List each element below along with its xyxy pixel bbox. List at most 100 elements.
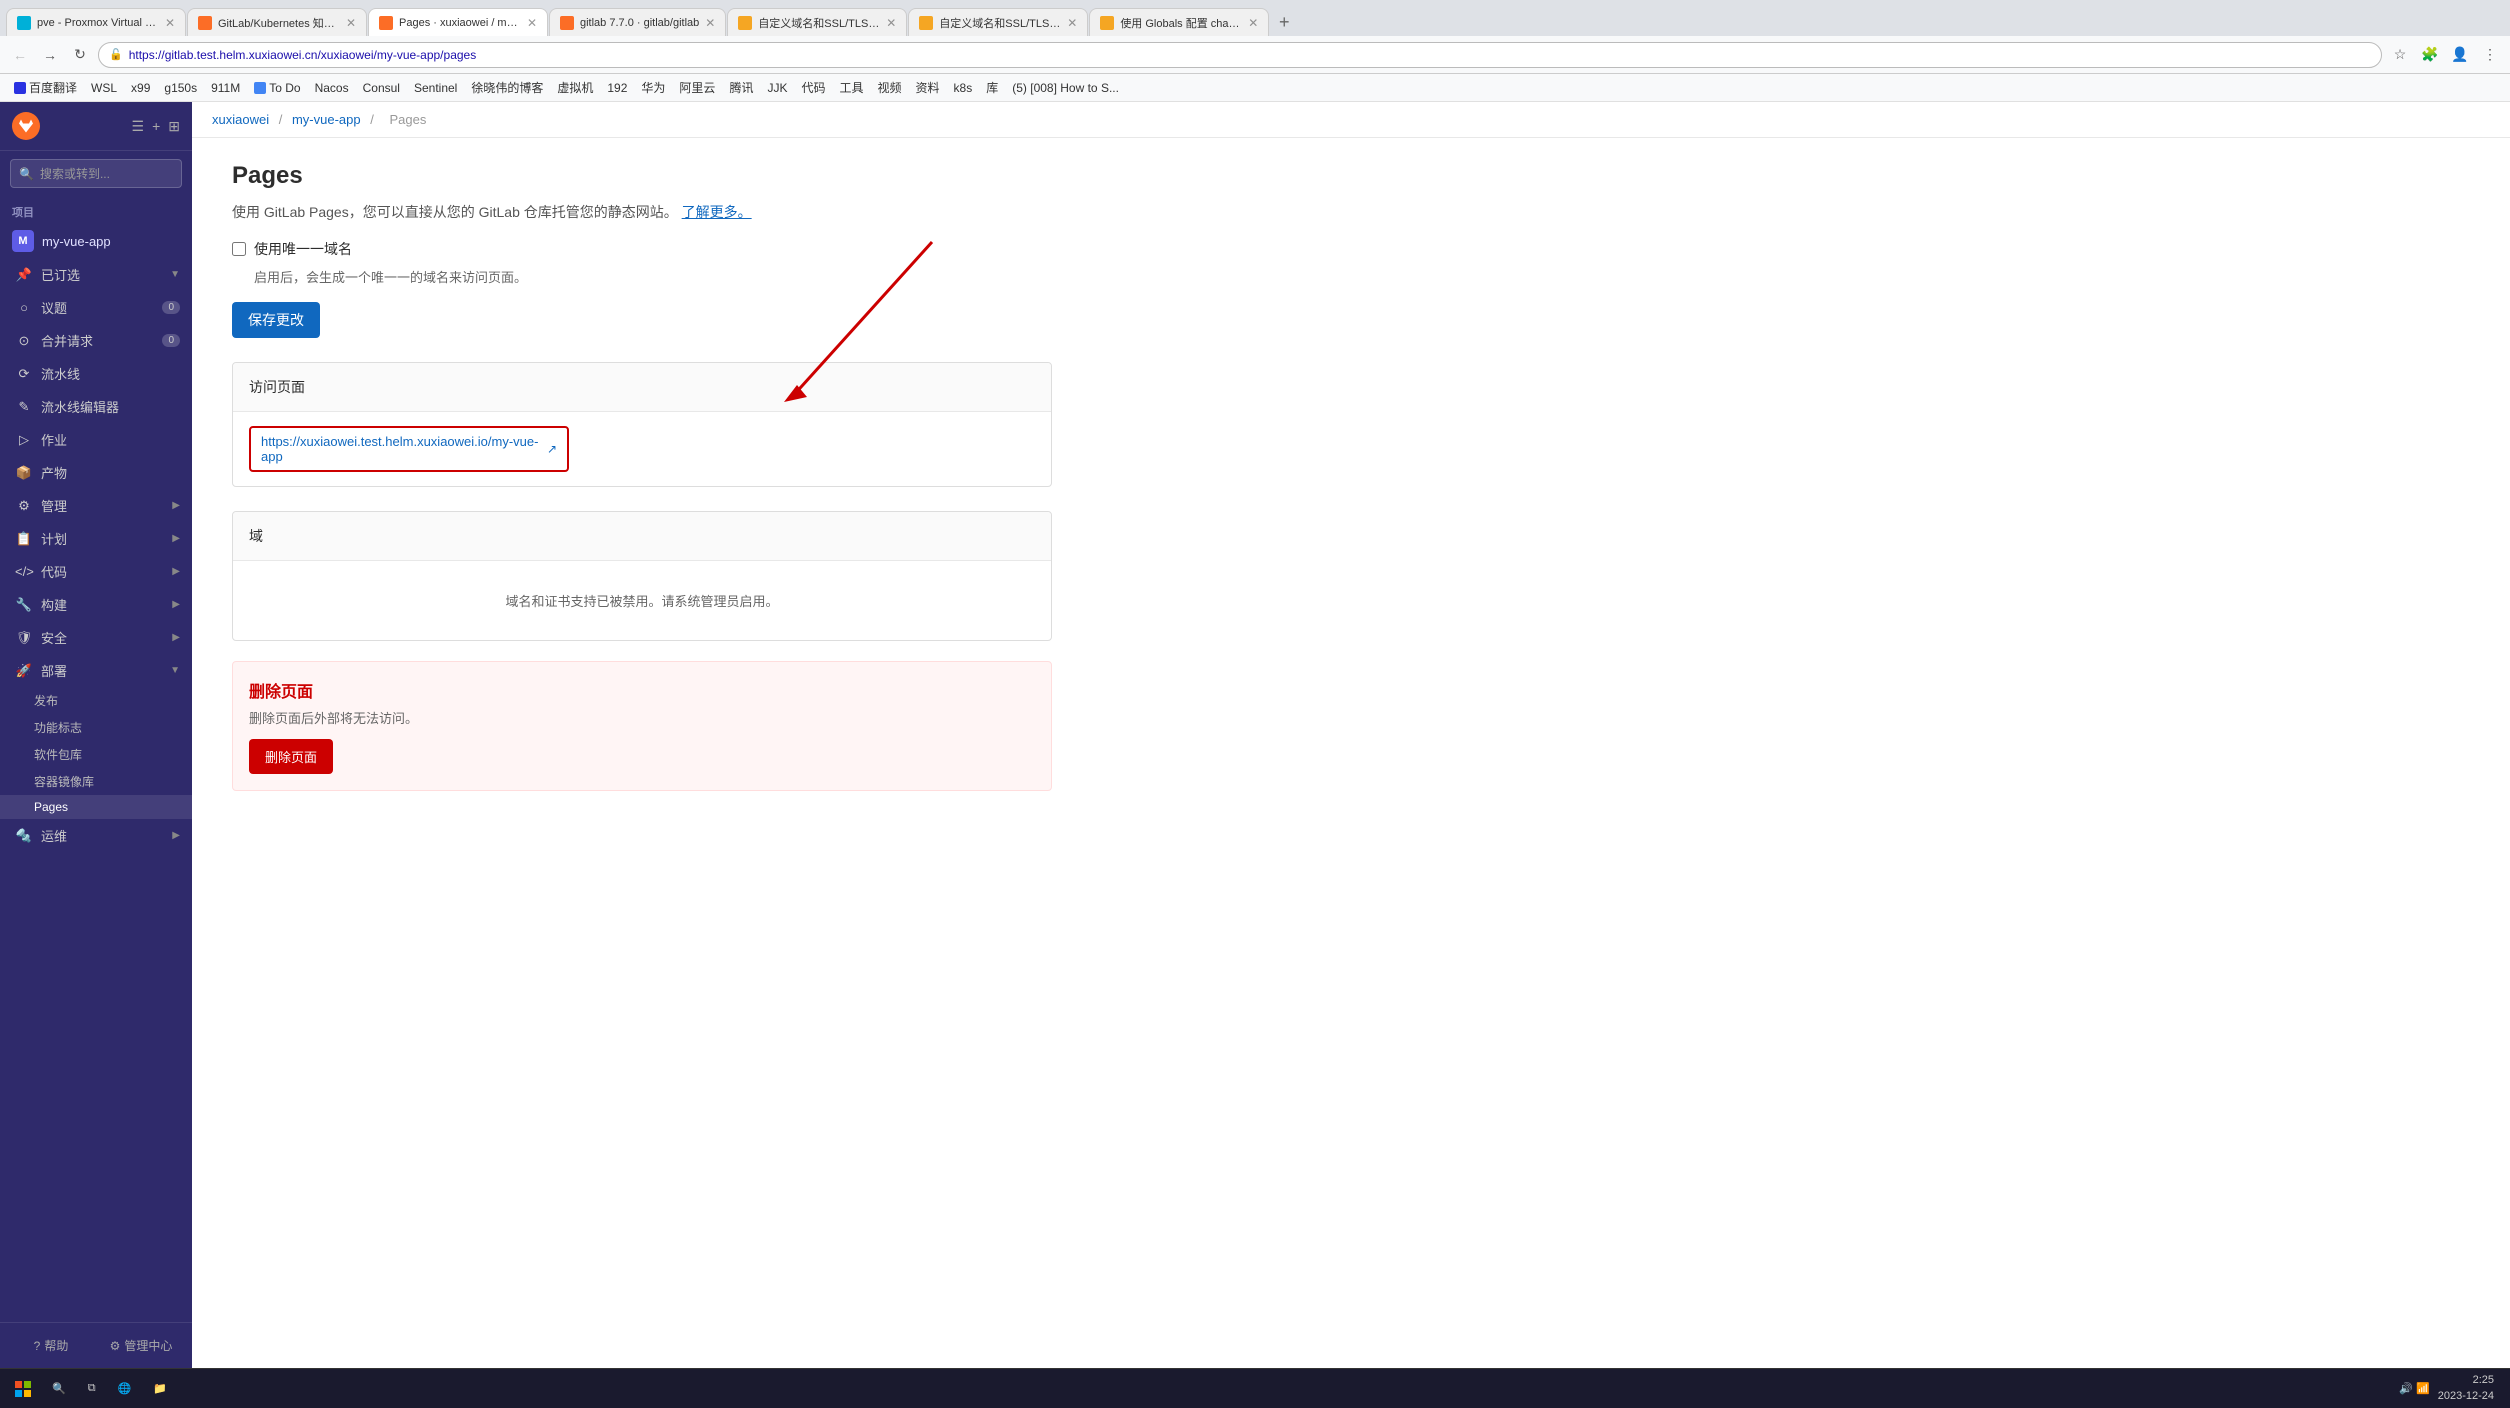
breadcrumb-project[interactable]: my-vue-app <box>292 112 361 127</box>
tab-7-close[interactable]: ✕ <box>1248 16 1258 30</box>
jobs-icon: ▷ <box>15 432 33 448</box>
tab-4[interactable]: gitlab 7.7.0 · gitlab/gitlab ✕ <box>549 8 726 36</box>
bookmark-lib[interactable]: 库 <box>980 77 1004 98</box>
forward-button[interactable]: → <box>38 43 62 67</box>
sidebar-item-security[interactable]: 🛡 安全 ▶ <box>0 621 192 654</box>
bookmark-911m[interactable]: 911M <box>205 79 246 97</box>
tab-3[interactable]: Pages · xuxiaowei / my-vue-... ✕ <box>368 8 548 36</box>
menu-button[interactable]: ⋮ <box>2478 43 2502 67</box>
tab-1-close[interactable]: ✕ <box>165 16 175 30</box>
unique-domain-hint: 启用后，会生成一个唯一一的域名来访问页面。 <box>254 267 1052 286</box>
tab-1[interactable]: pve - Proxmox Virtual Enviro... ✕ <box>6 8 186 36</box>
sidebar-item-build[interactable]: 🔧 构建 ▶ <box>0 588 192 621</box>
sidebar-item-artifacts[interactable]: 📦 产物 <box>0 456 192 489</box>
gitlab-logo[interactable] <box>12 112 40 140</box>
address-bar[interactable]: 🔓 https://gitlab.test.helm.xuxiaowei.cn/… <box>98 42 2382 68</box>
delete-pages-button[interactable]: 删除页面 <box>249 739 333 774</box>
unique-domain-label[interactable]: 使用唯一一域名 <box>254 239 352 259</box>
tab-2-close[interactable]: ✕ <box>346 16 356 30</box>
bookmark-g150s[interactable]: g150s <box>158 79 203 97</box>
bookmark-huawei[interactable]: 华为 <box>635 77 671 98</box>
bookmark-todo[interactable]: To Do <box>248 79 306 97</box>
bookmark-video[interactable]: 视频 <box>872 77 908 98</box>
sidebar-new-icon[interactable]: + <box>152 118 160 135</box>
bookmark-jjk[interactable]: JJK <box>761 79 793 97</box>
tab-3-close[interactable]: ✕ <box>527 16 537 30</box>
sidebar-item-issues[interactable]: ○ 议题 0 <box>0 291 192 324</box>
sidebar-item-jobs[interactable]: ▷ 作业 <box>0 423 192 456</box>
extensions-button[interactable]: 🧩 <box>2418 43 2442 67</box>
artifacts-icon: 📦 <box>15 465 33 481</box>
domain-section: 域 域名和证书支持已被禁用。请系统管理员启用。 <box>232 511 1052 641</box>
sidebar-item-pipelines[interactable]: ⟳ 流水线 <box>0 357 192 390</box>
page-description: 使用 GitLab Pages，您可以直接从您的 GitLab 仓库托管您的静态… <box>232 202 1052 223</box>
admin-center-button[interactable]: ⚙ 管理中心 <box>98 1331 184 1360</box>
breadcrumb-org[interactable]: xuxiaowei <box>212 112 269 127</box>
sidebar-item-pipeline-editor[interactable]: ✎ 流水线编辑器 <box>0 390 192 423</box>
sidebar-item-code[interactable]: </> 代码 ▶ <box>0 555 192 588</box>
sidebar-sub-item-feature-flags[interactable]: 功能标志 <box>0 714 192 741</box>
save-button[interactable]: 保存更改 <box>232 302 320 338</box>
visit-url-link[interactable]: https://xuxiaowei.test.helm.xuxiaowei.io… <box>261 434 539 464</box>
start-button[interactable] <box>8 1375 38 1403</box>
new-tab-button[interactable]: + <box>1270 8 1298 36</box>
learn-more-link[interactable]: 了解更多。 <box>682 204 752 220</box>
bookmark-code[interactable]: 代码 <box>795 77 831 98</box>
bookmark-vm[interactable]: 虚拟机 <box>551 77 599 98</box>
tab-6[interactable]: 自定义域名和SSL/TLS证书 |... ✕ <box>908 8 1088 36</box>
refresh-button[interactable]: ↻ <box>68 43 92 67</box>
bookmark-百度翻译[interactable]: 百度翻译 <box>8 77 83 98</box>
sidebar-grid-icon[interactable]: ⊞ <box>168 118 180 135</box>
sidebar-item-deploy[interactable]: 🚀 部署 ▼ <box>0 654 192 687</box>
bookmark-192[interactable]: 192 <box>601 79 633 97</box>
tab-6-close[interactable]: ✕ <box>1067 16 1077 30</box>
tab-5[interactable]: 自定义域名和SSL/TLS证书 |... ✕ <box>727 8 907 36</box>
bookmark-data[interactable]: 资料 <box>910 77 946 98</box>
bookmark-tencent[interactable]: 腾讯 <box>723 77 759 98</box>
sidebar-item-merge-requests[interactable]: ⊙ 合并请求 0 <box>0 324 192 357</box>
search-taskbar-button[interactable]: 🔍 <box>44 1375 74 1403</box>
bookmark-nacos[interactable]: Nacos <box>309 79 355 97</box>
edge-button[interactable]: 🌐 <box>110 1375 140 1403</box>
sidebar-item-plan[interactable]: 📋 计划 ▶ <box>0 522 192 555</box>
tab-bar: pve - Proxmox Virtual Enviro... ✕ GitLab… <box>0 0 2510 36</box>
bookmark-tools[interactable]: 工具 <box>833 77 869 98</box>
tab-4-close[interactable]: ✕ <box>705 16 715 30</box>
help-button[interactable]: ? 帮助 <box>8 1331 94 1360</box>
bookmark-consul[interactable]: Consul <box>357 79 406 97</box>
security-indicator: 🔓 <box>109 48 123 61</box>
bookmark-k8s[interactable]: k8s <box>948 79 979 97</box>
bookmark-008[interactable]: (5) [008] How to S... <box>1006 79 1125 97</box>
unique-domain-checkbox[interactable] <box>232 242 246 256</box>
back-button[interactable]: ← <box>8 43 32 67</box>
tab-7[interactable]: 使用 Globals 配置 chart | 极S... ✕ <box>1089 8 1269 36</box>
sidebar-item-ops[interactable]: 🔩 运维 ▶ <box>0 819 192 852</box>
annotation-area: 访问页面 https://xuxiaowei.test.helm.xuxiaow… <box>232 362 1052 487</box>
task-view-button[interactable]: ⧉ <box>80 1375 104 1403</box>
sidebar-search[interactable]: 🔍 搜索或转到... <box>10 159 182 188</box>
bookmark-aliyun[interactable]: 阿里云 <box>673 77 721 98</box>
bookmark-x99[interactable]: x99 <box>125 79 156 97</box>
chevron-right-icon: ▶ <box>172 500 180 511</box>
bookmark-sentinel[interactable]: Sentinel <box>408 79 463 97</box>
sidebar-sub-item-pages[interactable]: Pages <box>0 795 192 819</box>
tab-5-close[interactable]: ✕ <box>886 16 896 30</box>
url-field: https://xuxiaowei.test.helm.xuxiaowei.io… <box>249 426 569 472</box>
bookmark-todo-label: To Do <box>269 81 300 95</box>
sidebar-sub-item-container[interactable]: 容器镜像库 <box>0 768 192 795</box>
tab-6-favicon <box>919 16 933 30</box>
bookmark-wsl[interactable]: WSL <box>85 79 123 97</box>
profile-button[interactable]: 👤 <box>2448 43 2472 67</box>
tab-2[interactable]: GitLab/Kubernetes 知识库 ✕ <box>187 8 367 36</box>
bookmark-blog[interactable]: 徐晓伟的博客 <box>465 77 549 98</box>
sidebar-collapse-icon[interactable]: ☰ <box>132 118 145 135</box>
sidebar-sub-item-packages[interactable]: 软件包库 <box>0 741 192 768</box>
domain-empty-text: 域名和证书支持已被禁用。请系统管理员启用。 <box>233 561 1051 640</box>
pipeline-icon: ⟳ <box>15 366 33 382</box>
sidebar-sub-item-release[interactable]: 发布 <box>0 687 192 714</box>
file-explorer-button[interactable]: 📁 <box>145 1375 175 1403</box>
bookmark-button[interactable]: ☆ <box>2388 43 2412 67</box>
sidebar-item-pinned[interactable]: 📌 已订选 ▼ <box>0 258 192 291</box>
sidebar-project[interactable]: M my-vue-app <box>0 224 192 258</box>
sidebar-item-admin[interactable]: ⚙ 管理 ▶ <box>0 489 192 522</box>
